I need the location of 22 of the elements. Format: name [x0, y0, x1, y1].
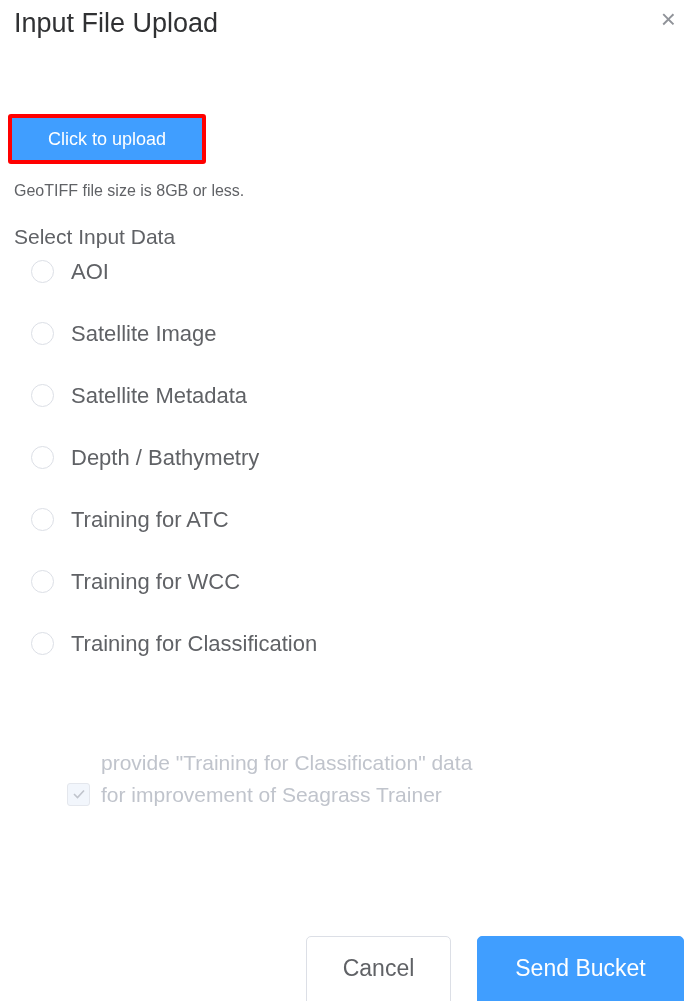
check-icon	[71, 787, 86, 801]
section-heading: Select Input Data	[13, 224, 177, 250]
option-label[interactable]: Satellite Image	[71, 317, 217, 350]
checkbox-label: provide "Training for Classification" data	[101, 749, 473, 776]
option-label[interactable]: Training for Classification	[71, 627, 318, 660]
close-button[interactable]: ×	[656, 6, 680, 32]
dialog-title: Input File Upload	[14, 7, 219, 40]
option-label[interactable]: Training for WCC	[71, 565, 241, 598]
option-label[interactable]: Training for ATC	[71, 503, 229, 536]
radio-button[interactable]	[31, 384, 54, 407]
radio-button[interactable]	[31, 508, 54, 531]
option-label[interactable]: AOI	[71, 255, 109, 288]
cancel-button[interactable]: Cancel	[306, 936, 451, 1001]
checkbox-label: for improvement of Seagrass Trainer	[101, 781, 443, 808]
option-label[interactable]: Satellite Metadata	[71, 379, 248, 412]
file-size-hint: GeoTIFF file size is 8GB or less.	[13, 181, 246, 201]
radio-button[interactable]	[31, 446, 54, 469]
radio-button[interactable]	[31, 260, 54, 283]
option-label[interactable]: Depth / Bathymetry	[71, 441, 260, 474]
radio-button[interactable]	[31, 322, 54, 345]
radio-button[interactable]	[31, 570, 54, 593]
radio-button[interactable]	[31, 632, 54, 655]
